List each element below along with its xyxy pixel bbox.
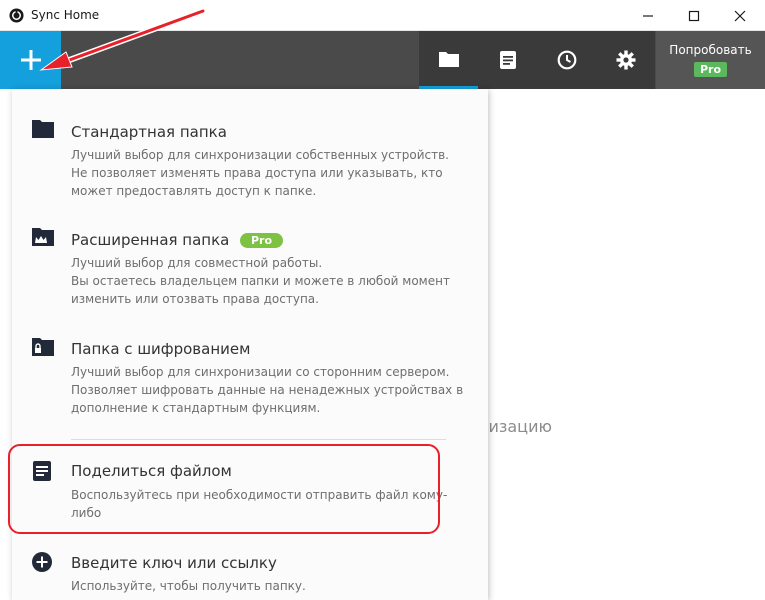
- pro-badge: Pro: [693, 62, 728, 77]
- menu-item-encrypted-folder[interactable]: Папка с шифрованием Лучший выбор для син…: [12, 307, 488, 422]
- notes-icon: [499, 51, 516, 69]
- menu-item-title: Введите ключ или ссылку: [71, 554, 277, 572]
- menu-item-description: Лучший выбор для синхронизации собственн…: [71, 148, 449, 198]
- menu-item-enter-key[interactable]: Введите ключ или ссылку Используйте, что…: [12, 533, 488, 600]
- lock-folder-icon: [32, 338, 54, 356]
- clock-icon: [557, 50, 576, 70]
- folder-icon: [438, 51, 459, 67]
- maximize-button[interactable]: [671, 0, 717, 31]
- window-title: Sync Home: [31, 8, 100, 22]
- menu-item-title: Стандартная папка: [71, 123, 227, 141]
- close-button[interactable]: [717, 0, 763, 31]
- crown-folder-icon: [32, 228, 54, 246]
- plus-circle-icon: [32, 552, 52, 572]
- menu-item-description: Лучший выбор для совместной работы. Вы о…: [71, 256, 450, 306]
- minimize-icon: [643, 14, 653, 17]
- pro-badge: Pro: [240, 233, 284, 248]
- plus-icon: [20, 50, 41, 70]
- add-button[interactable]: [0, 31, 61, 89]
- tab-history[interactable]: [537, 31, 596, 89]
- main-toolbar: Попробовать Pro: [0, 31, 765, 89]
- close-icon: [734, 10, 746, 21]
- menu-item-description: Используйте, чтобы получить папку.: [71, 579, 306, 593]
- menu-divider: [71, 439, 446, 440]
- menu-item-title: Папка с шифрованием: [71, 340, 251, 358]
- annotation-highlight: [8, 444, 440, 534]
- menu-item-standard-folder[interactable]: Стандартная папка Лучший выбор для синхр…: [12, 89, 488, 199]
- menu-item-advanced-folder[interactable]: Расширенная папка Pro Лучший выбор для с…: [12, 199, 488, 307]
- try-pro-label: Попробовать: [669, 43, 752, 57]
- gear-icon: [616, 50, 635, 70]
- folder-icon: [32, 120, 54, 138]
- app-logo-icon: [9, 8, 24, 23]
- tab-folders[interactable]: [419, 31, 478, 89]
- tab-settings[interactable]: [596, 31, 655, 89]
- minimize-button[interactable]: [625, 0, 671, 31]
- background-text: низацию: [478, 417, 552, 436]
- menu-item-description: Лучший выбор для синхронизации со сторон…: [71, 365, 464, 415]
- try-pro-button[interactable]: Попробовать Pro: [656, 31, 765, 89]
- maximize-icon: [688, 10, 700, 21]
- title-bar: Sync Home: [0, 0, 765, 31]
- menu-item-title: Расширенная папка: [71, 231, 230, 249]
- tab-notes[interactable]: [478, 31, 537, 89]
